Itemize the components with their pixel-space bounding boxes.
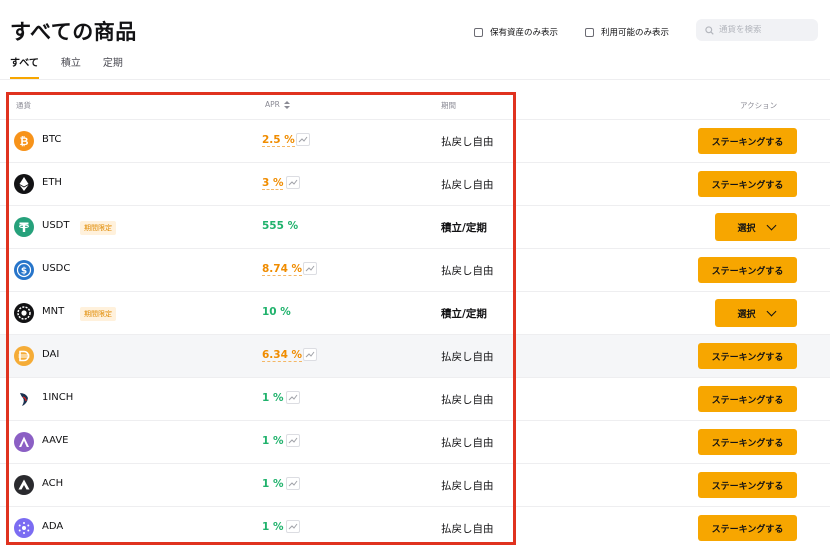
ada-icon (14, 518, 34, 538)
tab-savings[interactable]: 積立 (61, 54, 81, 79)
available-only-label: 利用可能のみ表示 (601, 28, 670, 38)
mnt-icon (14, 303, 34, 323)
period-value: 払戻し自由 (441, 179, 494, 191)
tabs-divider (0, 79, 830, 80)
coin-symbol: 1INCH (42, 392, 74, 403)
table-row[interactable]: USDT 期間限定 555 % 積立/定期 選択 (0, 205, 830, 248)
apr-value: 1 % (262, 435, 284, 447)
usdc-icon: $ (14, 260, 34, 280)
stake-button[interactable]: ステーキングする (698, 429, 797, 455)
apr-value: 6.34 % (262, 349, 303, 362)
period-value: 払戻し自由 (441, 437, 494, 449)
ach-icon (14, 475, 34, 495)
limited-time-badge: 期間限定 (80, 307, 116, 321)
column-header-period: 期間 (441, 101, 456, 110)
usdt-icon (14, 217, 34, 237)
product-tabs: すべて 積立 定期 (10, 54, 123, 79)
apr-value: 555 % (262, 220, 299, 232)
stake-button[interactable]: ステーキングする (698, 472, 797, 498)
period-value: 払戻し自由 (441, 394, 494, 406)
apr-chart-icon[interactable] (286, 477, 300, 490)
coin-symbol: ETH (42, 177, 62, 188)
select-button[interactable]: 選択 (715, 299, 797, 327)
available-only-filter[interactable]: 利用可能のみ表示 (585, 26, 669, 38)
coin-symbol: MNT (42, 306, 65, 317)
stake-button[interactable]: ステーキングする (698, 257, 797, 283)
search-input[interactable] (719, 25, 814, 35)
coin-symbol: USDC (42, 263, 71, 274)
table-row[interactable]: ETH 3 % 払戻し自由 ステーキングする (0, 162, 830, 205)
stake-button[interactable]: ステーキングする (698, 128, 797, 154)
tab-fixed[interactable]: 定期 (103, 54, 123, 79)
coin-symbol: USDT (42, 220, 70, 231)
table-row[interactable]: DAI 6.34 % 払戻し自由 ステーキングする (0, 334, 830, 377)
table-row[interactable]: ACH 1 % 払戻し自由 ステーキングする (0, 463, 830, 506)
period-value: 払戻し自由 (441, 523, 494, 535)
svg-text:$: $ (21, 267, 27, 277)
limited-time-badge: 期間限定 (80, 221, 116, 235)
column-header-apr[interactable]: APR (265, 100, 290, 109)
apr-chart-icon[interactable] (303, 348, 317, 361)
apr-chart-icon[interactable] (286, 391, 300, 404)
table-row[interactable]: 1INCH 1 % 払戻し自由 ステーキングする (0, 377, 830, 420)
period-value: 払戻し自由 (441, 351, 494, 363)
apr-chart-icon[interactable] (303, 262, 317, 275)
apr-chart-icon[interactable] (286, 434, 300, 447)
coin-symbol: ADA (42, 521, 64, 532)
available-only-checkbox[interactable] (585, 27, 594, 37)
chevron-down-icon (766, 220, 776, 230)
period-value: 積立/定期 (441, 308, 487, 320)
search-box[interactable] (696, 19, 818, 41)
table-row[interactable]: $ USDC 8.74 % 払戻し自由 ステーキングする (0, 248, 830, 291)
dai-icon (14, 346, 34, 366)
coin-symbol: BTC (42, 134, 62, 145)
table-row[interactable]: AAVE 1 % 払戻し自由 ステーキングする (0, 420, 830, 463)
btc-icon: ₿ (14, 131, 34, 151)
apr-chart-icon[interactable] (286, 176, 300, 189)
apr-value: 1 % (262, 392, 284, 404)
holdings-only-label: 保有資産のみ表示 (490, 28, 559, 38)
apr-value: 10 % (262, 306, 291, 318)
period-value: 払戻し自由 (441, 265, 494, 277)
apr-value: 1 % (262, 478, 284, 490)
stake-button[interactable]: ステーキングする (698, 343, 797, 369)
coin-symbol: AAVE (42, 435, 69, 446)
apr-chart-icon[interactable] (296, 133, 310, 146)
sort-icon[interactable] (283, 100, 290, 109)
apr-value: 8.74 % (262, 263, 303, 276)
chevron-down-icon (766, 306, 776, 316)
column-header-action: アクション (740, 101, 778, 110)
period-value: 払戻し自由 (441, 136, 494, 148)
tab-all[interactable]: すべて (10, 54, 39, 79)
search-icon (705, 25, 714, 35)
page-title: すべての商品 (10, 20, 137, 44)
apr-value: 2.5 % (262, 134, 295, 147)
apr-value: 1 % (262, 521, 284, 533)
svg-text:₿: ₿ (20, 135, 29, 148)
column-header-currency: 通貨 (16, 101, 31, 110)
select-button-label: 選択 (737, 223, 756, 234)
apr-chart-icon[interactable] (286, 520, 300, 533)
holdings-only-checkbox[interactable] (474, 27, 483, 37)
holdings-only-filter[interactable]: 保有資産のみ表示 (474, 26, 558, 38)
table-row[interactable]: MNT 期間限定 10 % 積立/定期 選択 (0, 291, 830, 334)
table-row[interactable]: ADA 1 % 払戻し自由 ステーキングする (0, 506, 830, 549)
aave-icon (14, 432, 34, 452)
stake-button[interactable]: ステーキングする (698, 515, 797, 541)
stake-button[interactable]: ステーキングする (698, 171, 797, 197)
apr-value: 3 % (262, 177, 284, 190)
table-row[interactable]: ₿ BTC 2.5 % 払戻し自由 ステーキングする (0, 119, 830, 162)
select-button[interactable]: 選択 (715, 213, 797, 241)
coin-symbol: ACH (42, 478, 64, 489)
period-value: 払戻し自由 (441, 480, 494, 492)
select-button-label: 選択 (737, 309, 756, 320)
coin-symbol: DAI (42, 349, 60, 360)
apr-header-label: APR (265, 100, 280, 109)
1inch-icon (14, 389, 34, 409)
eth-icon (14, 174, 34, 194)
stake-button[interactable]: ステーキングする (698, 386, 797, 412)
period-value: 積立/定期 (441, 222, 487, 234)
